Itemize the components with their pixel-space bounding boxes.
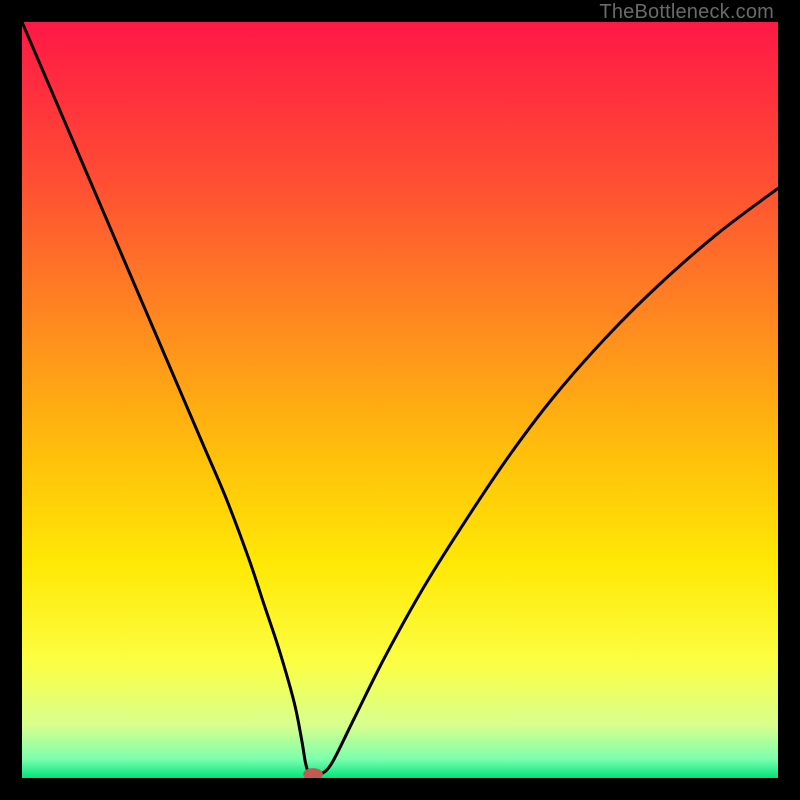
gradient-background: [22, 22, 778, 778]
chart-frame: TheBottleneck.com: [0, 0, 800, 800]
chart-svg: [22, 22, 778, 778]
watermark-text: TheBottleneck.com: [599, 1, 774, 24]
plot-area: [22, 22, 778, 778]
